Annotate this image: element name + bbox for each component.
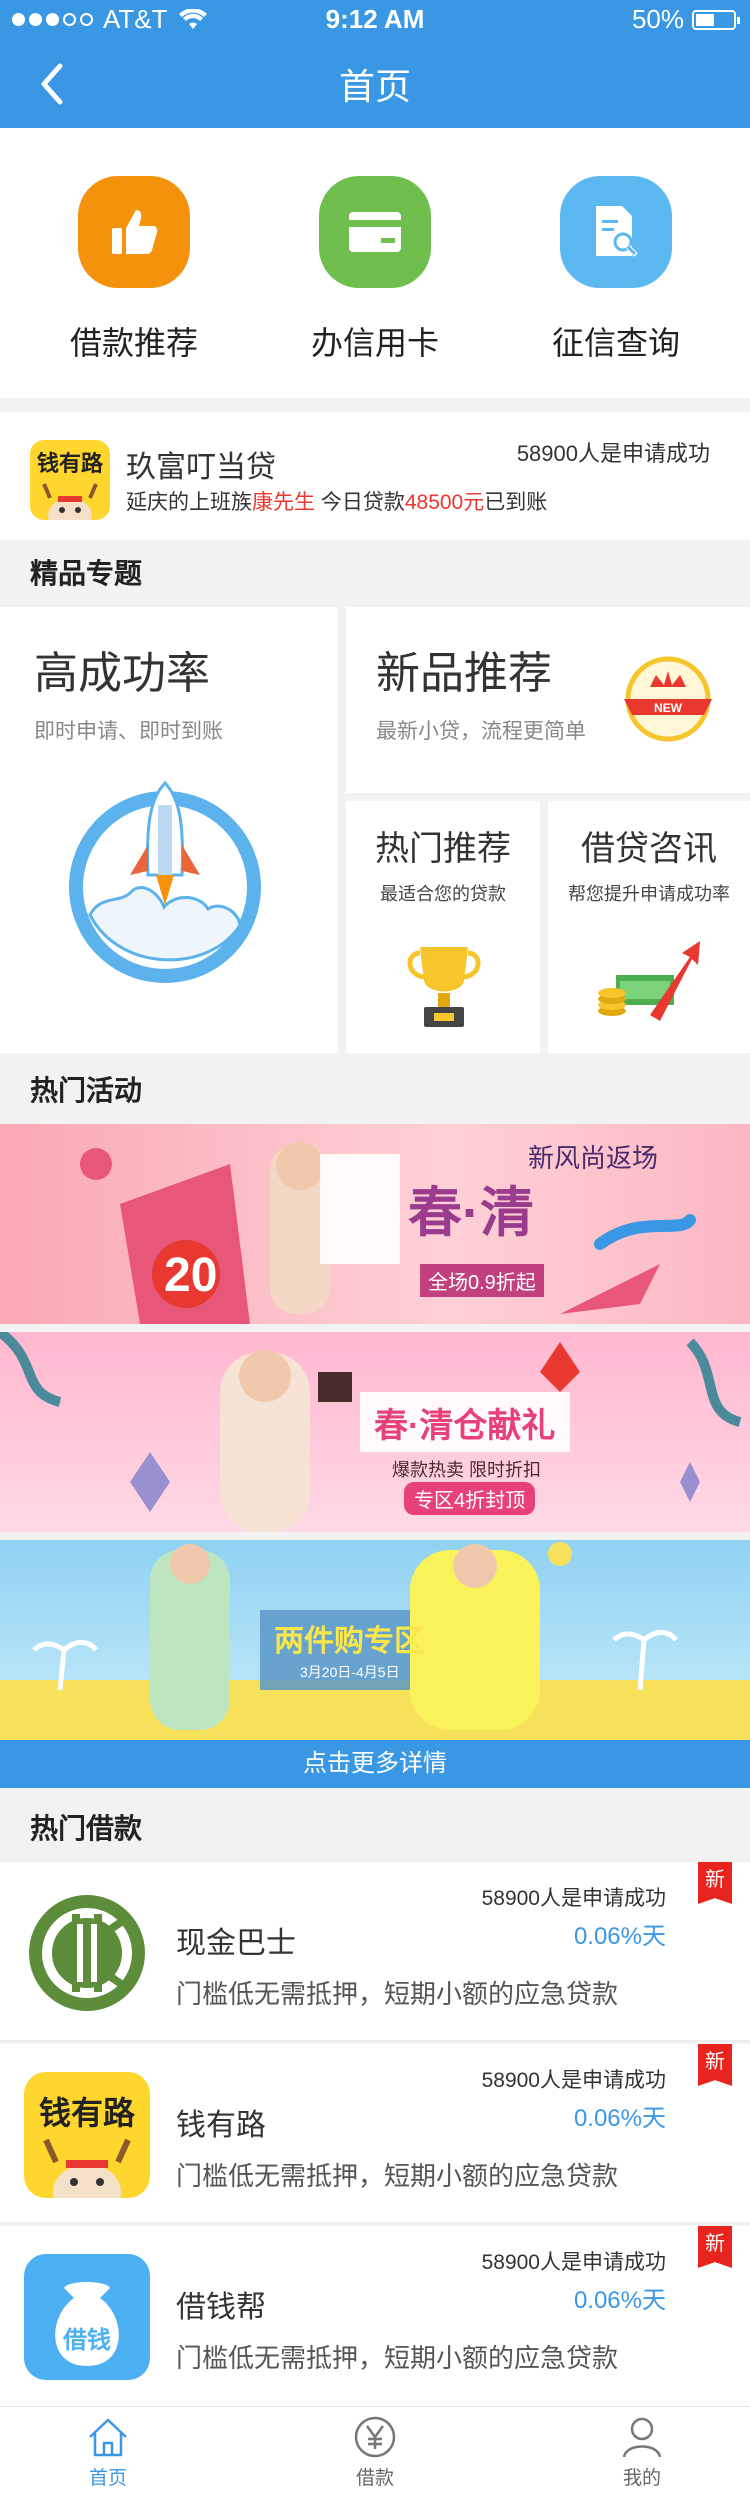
loan-rate: 0.06%天 — [573, 1923, 666, 1950]
quick-item-credit-query[interactable]: 征信查询 — [506, 176, 726, 364]
home-icon — [89, 2418, 127, 2457]
loan-applicant-count: 58900人是申请成功 — [481, 2251, 666, 2274]
tab-mine[interactable]: 我的 — [582, 2415, 702, 2490]
money-growth-icon — [598, 941, 700, 1021]
tab-bar: 首页 借款 我的 — [0, 2406, 750, 2503]
loan-rate: 0.06%天 — [573, 2287, 666, 2314]
cash-bus-logo — [24, 1890, 150, 2016]
card-title: 高成功率 — [34, 649, 210, 698]
loan-description: 门槛低无需抵押，短期小额的应急贷款 — [176, 1979, 619, 2009]
more-details-button[interactable]: 点击更多详情 — [0, 1740, 750, 1788]
notice-product-name: 玖富叮当贷 — [126, 451, 276, 484]
card-subtitle: 即时申请、即时到账 — [34, 720, 223, 743]
quick-item-label: 借款推荐 — [69, 325, 198, 361]
banner-tag: 新风尚返场 — [528, 1143, 659, 1173]
card-high-success[interactable]: 高成功率 即时申请、即时到账 — [0, 607, 338, 1053]
yen-icon — [354, 2416, 396, 2458]
banner-spring-sale[interactable]: 春·清 新风尚返场 20 全场0.9折起 — [0, 1124, 750, 1324]
banner-clearance[interactable]: 春·清仓献礼 爆款热卖 限时折扣 专区4折封顶 — [0, 1332, 750, 1532]
tab-home[interactable]: 首页 — [48, 2415, 168, 2490]
banner-headline: 春·清 — [408, 1183, 534, 1243]
quick-item-label: 征信查询 — [551, 325, 680, 361]
banner-price: 20 — [164, 1249, 218, 1302]
thumbs-up-icon — [78, 176, 190, 288]
loan-description: 门槛低无需抵押，短期小额的应急贷款 — [176, 2343, 619, 2373]
logo-text: 借钱 — [63, 2327, 111, 2354]
notice-amount: 48500元 — [404, 491, 485, 514]
banner-headline: 两件购专区 — [274, 1625, 424, 1658]
loan-rate: 0.06%天 — [573, 2105, 666, 2132]
tab-loan[interactable]: 借款 — [315, 2415, 435, 2490]
divider — [0, 2040, 750, 2042]
banner-tag: 专区4折封顶 — [404, 1482, 536, 1515]
quick-item-credit-card[interactable]: 办信用卡 — [265, 176, 485, 364]
tab-label: 借款 — [355, 2468, 394, 2489]
notice-suffix: 已到账 — [484, 491, 548, 514]
battery-indicator: 50% — [631, 4, 740, 35]
banner-note: 3月20日-4月5日 — [300, 1664, 400, 1680]
loan-name: 现金巴士 — [176, 1927, 296, 1960]
loan-name: 钱有路 — [176, 2109, 266, 2142]
status-bar: AT&T 9:12 AM 50% — [0, 0, 750, 40]
featured-cards: 高成功率 即时申请、即时到账 新品推荐 最新小贷，流程更简单 NEW 热门推荐 … — [0, 607, 750, 1053]
new-badge: 新 — [698, 1862, 732, 1904]
loan-name: 借钱帮 — [176, 2291, 266, 2324]
banner-note: 全场0.9折起 — [420, 1264, 544, 1297]
loan-item[interactable]: 钱有路 钱有路 58900人是申请成功 0.06%天 门槛低无需抵押，短期小额的… — [0, 2044, 750, 2224]
tab-label: 首页 — [88, 2468, 127, 2489]
notice-message: 延庆的上班族康先生 今日贷款48500元已到账 — [126, 486, 547, 516]
notice-text: 今日贷款 — [315, 491, 405, 514]
logo-text: 钱有路 — [38, 2095, 135, 2131]
card-subtitle: 最适合您的贷款 — [380, 884, 506, 904]
qianyoulu-logo: 钱有路 — [24, 2072, 150, 2198]
card-subtitle: 帮您提升申请成功率 — [568, 884, 730, 904]
rocket-illustration — [69, 780, 261, 983]
loan-applicant-count: 58900人是申请成功 — [481, 1887, 666, 1910]
new-badge: 新 — [698, 2044, 732, 2086]
new-crown-badge-icon: NEW — [624, 656, 712, 742]
loan-description: 门槛低无需抵押，短期小额的应急贷款 — [176, 2161, 619, 2191]
card-title: 借贷咨讯 — [581, 830, 717, 868]
quick-entries: 借款推荐 办信用卡 征信查询 — [0, 128, 750, 398]
battery-icon — [692, 9, 740, 30]
notice-applicant-count: 58900人是申请成功 — [516, 441, 710, 466]
quick-item-loan-recommend[interactable]: 借款推荐 — [24, 176, 244, 364]
divider — [0, 2222, 750, 2224]
badge-text: NEW — [654, 701, 683, 715]
section-title-featured: 精品专题 — [0, 541, 750, 607]
card-title: 热门推荐 — [375, 830, 511, 868]
document-search-icon — [560, 176, 672, 288]
tab-label: 我的 — [622, 2468, 661, 2489]
loan-item[interactable]: 现金巴士 58900人是申请成功 0.06%天 门槛低无需抵押，短期小额的应急贷… — [0, 1862, 750, 2042]
nav-bar: 首页 — [0, 40, 750, 128]
user-icon — [622, 2417, 662, 2458]
new-badge: 新 — [698, 2226, 732, 2268]
banner-note: 爆款热卖 限时折扣 — [392, 1460, 542, 1480]
card-new-products[interactable]: 新品推荐 最新小贷，流程更简单 NEW — [346, 607, 750, 793]
battery-percent: 50% — [631, 4, 684, 34]
card-loan-news[interactable]: 借贷咨讯 帮您提升申请成功率 — [548, 801, 750, 1053]
section-title-activities: 热门活动 — [0, 1058, 750, 1124]
page-title: 首页 — [338, 66, 411, 107]
loan-notice[interactable]: 钱有路 玖富叮当贷 58900人是申请成功 延庆的上班族康先生 今日贷款4850… — [0, 412, 750, 540]
banner-headline: 春·清仓献礼 — [374, 1407, 556, 1445]
trophy-icon — [407, 947, 481, 1027]
section-title-loans: 热门借款 — [0, 1796, 750, 1862]
credit-card-icon — [319, 176, 431, 288]
quick-item-label: 办信用卡 — [310, 325, 439, 361]
qianyoulu-logo: 钱有路 — [30, 440, 110, 520]
notice-location: 延庆的上班族 — [126, 491, 252, 514]
money-bag-logo: 借钱 — [24, 2254, 150, 2380]
notice-person: 康先生 — [252, 491, 315, 514]
loan-applicant-count: 58900人是申请成功 — [481, 2069, 666, 2092]
card-hot-recommend[interactable]: 热门推荐 最适合您的贷款 — [346, 801, 540, 1053]
banner-two-piece[interactable]: 两件购专区 3月20日-4月5日 — [0, 1540, 750, 1740]
loan-item[interactable]: 借钱 借钱帮 58900人是申请成功 0.06%天 门槛低无需抵押，短期小额的应… — [0, 2226, 750, 2406]
